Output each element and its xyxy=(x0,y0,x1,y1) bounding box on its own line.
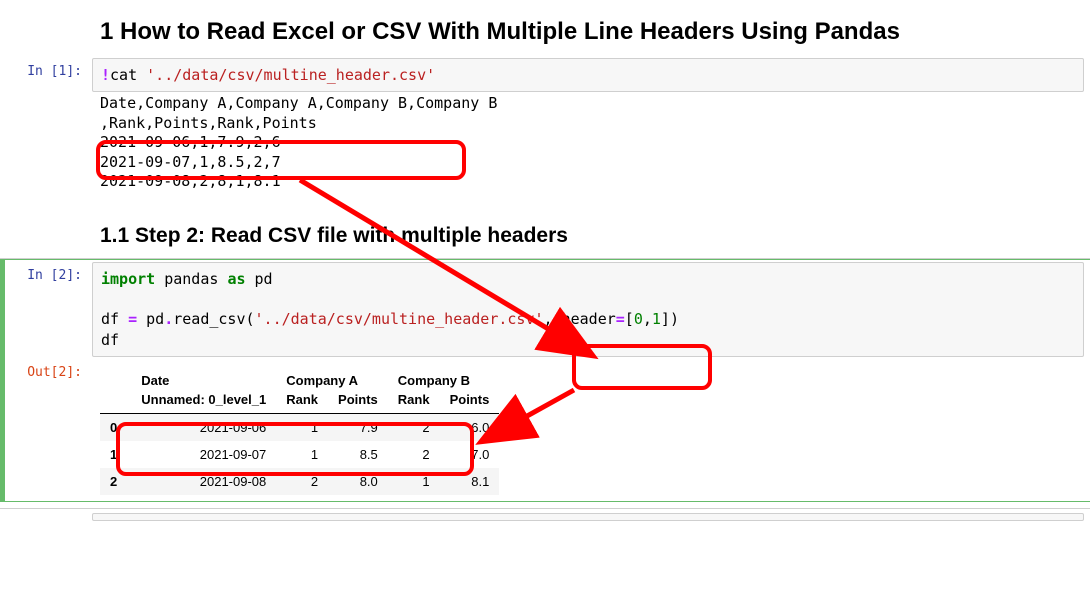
prompt-in-2: In [2]: xyxy=(5,262,92,357)
code-token: = xyxy=(128,310,137,328)
table-index: 1 xyxy=(100,441,131,468)
table-cell: 2 xyxy=(388,413,440,441)
table-cell: 8.1 xyxy=(440,468,500,495)
page-title: 1 How to Read Excel or CSV With Multiple… xyxy=(100,18,1090,46)
table-cell: 2 xyxy=(276,468,328,495)
code-token: df xyxy=(101,310,128,328)
table-row: 2 2021-09-08 2 8.0 1 8.1 xyxy=(100,468,499,495)
table-cell: 1 xyxy=(388,468,440,495)
code-token: [ xyxy=(625,310,634,328)
table-header: Rank xyxy=(276,390,328,414)
code-token: ]) xyxy=(661,310,679,328)
table-cell: 6.0 xyxy=(440,413,500,441)
table-header xyxy=(100,390,131,414)
divider xyxy=(0,508,1090,509)
code-cell-2[interactable]: import pandas as pd df = pd.read_csv('..… xyxy=(92,262,1084,357)
code-token: . xyxy=(164,310,173,328)
table-cell: 7.0 xyxy=(440,441,500,468)
code-token: 0 xyxy=(634,310,643,328)
table-header: Company B xyxy=(388,367,500,390)
code-token: , xyxy=(643,310,652,328)
prompt-empty xyxy=(0,513,92,521)
table-header: Rank xyxy=(388,390,440,414)
table-cell: 8.5 xyxy=(328,441,388,468)
prompt-out-2: Out[2]: xyxy=(5,359,92,501)
table-cell: 2021-09-07 xyxy=(131,441,276,468)
code-token: = xyxy=(616,310,625,328)
code-token: cat xyxy=(110,66,146,84)
code-cell-1[interactable]: !cat '../data/csv/multine_header.csv' xyxy=(92,58,1084,92)
code-token: '../data/csv/multine_header.csv' xyxy=(255,310,544,328)
table-cell: 1 xyxy=(276,441,328,468)
prompt-empty xyxy=(0,92,92,198)
table-cell: 1 xyxy=(276,413,328,441)
code-token: read_csv( xyxy=(173,310,254,328)
code-token: pd xyxy=(246,270,273,288)
code-token: df xyxy=(101,331,119,349)
table-header: Points xyxy=(328,390,388,414)
table-cell: 2021-09-08 xyxy=(131,468,276,495)
code-token: ! xyxy=(101,66,110,84)
table-cell: 2 xyxy=(388,441,440,468)
table-row: 0 2021-09-06 1 7.9 2 6.0 xyxy=(100,413,499,441)
table-index: 2 xyxy=(100,468,131,495)
code-cell-empty[interactable] xyxy=(92,513,1084,521)
selected-cell-wrapper: In [2]: import pandas as pd df = pd.read… xyxy=(0,259,1090,502)
table-cell: 7.9 xyxy=(328,413,388,441)
prompt-in-1: In [1]: xyxy=(0,58,92,92)
table-header-row: Unnamed: 0_level_1 Rank Points Rank Poin… xyxy=(100,390,499,414)
code-token: import xyxy=(101,270,155,288)
table-cell: 8.0 xyxy=(328,468,388,495)
table-header-row: Date Company A Company B xyxy=(100,367,499,390)
code-token: pd xyxy=(137,310,164,328)
code-token: '../data/csv/multine_header.csv' xyxy=(146,66,435,84)
table-header: Points xyxy=(440,390,500,414)
output-dataframe: Date Company A Company B Unnamed: 0_leve… xyxy=(100,367,499,495)
table-header: Date xyxy=(131,367,276,390)
table-row: 1 2021-09-07 1 8.5 2 7.0 xyxy=(100,441,499,468)
section-title: 1.1 Step 2: Read CSV file with multiple … xyxy=(100,224,1090,248)
code-token: 1 xyxy=(652,310,661,328)
table-header: Unnamed: 0_level_1 xyxy=(131,390,276,414)
table-header xyxy=(100,367,131,390)
code-token: pandas xyxy=(155,270,227,288)
code-token: , header xyxy=(544,310,616,328)
table-header: Company A xyxy=(276,367,388,390)
table-index: 0 xyxy=(100,413,131,441)
code-token: as xyxy=(227,270,245,288)
output-cell-1: Date,Company A,Company A,Company B,Compa… xyxy=(92,92,1090,198)
table-cell: 2021-09-06 xyxy=(131,413,276,441)
